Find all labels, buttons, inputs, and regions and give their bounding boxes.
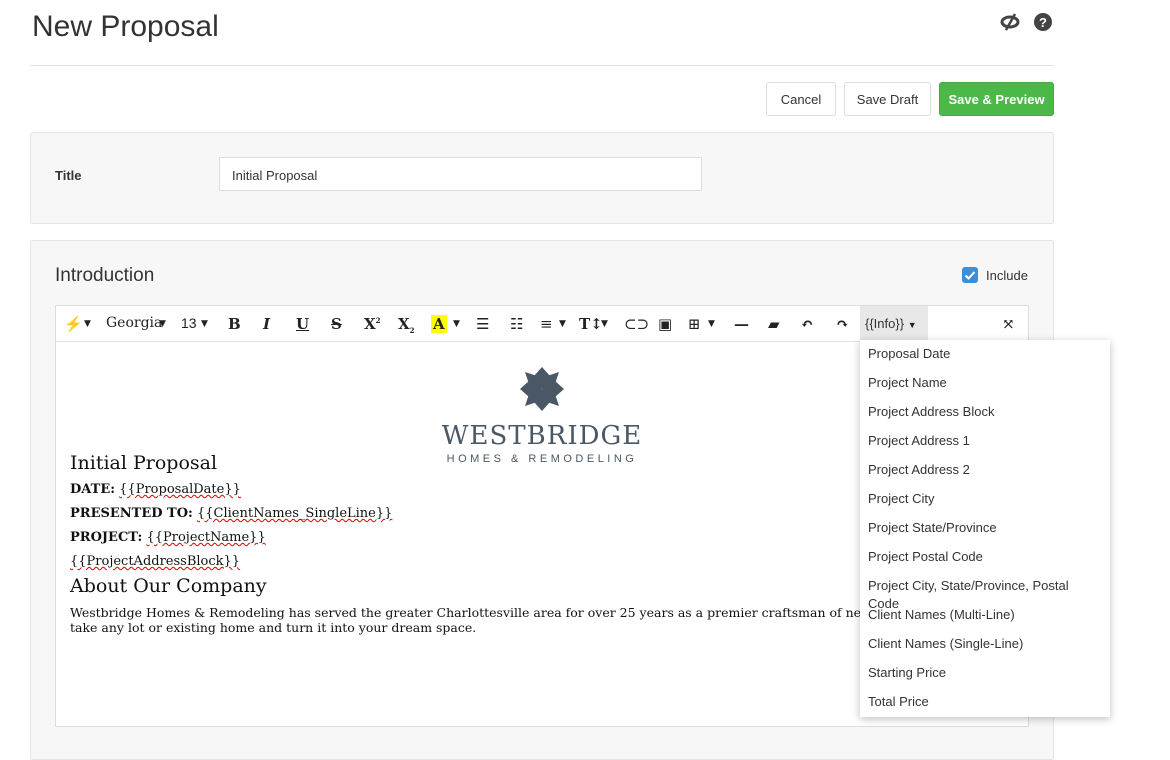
logo-flower-icon	[520, 367, 564, 411]
cancel-button[interactable]: Cancel	[766, 82, 836, 116]
placeholder: {{ProjectName}}	[146, 530, 266, 545]
bullet-list-icon[interactable]: ☰	[476, 315, 489, 333]
font-select[interactable]: Georgia	[106, 315, 162, 331]
info-dropdown-menu: Proposal Date Project Name Project Address…	[860, 340, 1110, 717]
info-menu-item[interactable]: Client Names (Single-Line)	[860, 635, 1110, 664]
placeholder: {{ProjectAddressBlock}}	[70, 554, 241, 569]
title-input[interactable]: Initial Proposal	[219, 157, 702, 191]
horizontal-rule-icon[interactable]: —	[734, 315, 749, 333]
placeholder: {{ClientNames_SingleLine}}	[197, 506, 393, 521]
info-menu-item[interactable]: Proposal Date	[860, 345, 1110, 374]
info-menu-item[interactable]: Project Address 1	[860, 432, 1110, 461]
info-menu-item[interactable]: Project Postal Code	[860, 548, 1110, 577]
info-menu-item[interactable]: Project Address Block	[860, 403, 1110, 432]
placeholder: {{ProposalDate}}	[119, 482, 241, 497]
superscript-icon[interactable]: X2	[364, 315, 381, 333]
info-menu-item[interactable]: Project Address 2	[860, 461, 1110, 490]
paragraph: take any lot or existing home and turn i…	[70, 620, 477, 635]
line-height-icon[interactable]: T↕	[579, 315, 603, 333]
numbered-list-icon[interactable]: ☷	[510, 315, 523, 333]
page-title: New Proposal	[32, 10, 219, 43]
undo-icon[interactable]: ↶	[801, 315, 814, 333]
underline-icon[interactable]: U	[296, 315, 309, 333]
italic-icon[interactable]: I	[263, 315, 270, 333]
title-label: Title	[55, 168, 82, 183]
text-color-icon[interactable]: A	[431, 315, 447, 333]
info-menu-item[interactable]: Total Price	[860, 693, 1110, 722]
doc-heading: About Our Company	[70, 575, 267, 597]
divider	[30, 65, 1054, 66]
info-menu-item[interactable]: Project City	[860, 490, 1110, 519]
info-menu-item[interactable]: Project State/Province	[860, 519, 1110, 548]
doc-title: Initial Proposal	[70, 452, 218, 474]
editor-toolbar: ⚡ ▼ Georgia ▼ 13 ▼ B I U S X2 X2 A ▼ ☰ ☷ ≡ ▼ …	[56, 306, 1028, 342]
info-menu-item[interactable]: Project City, State/Province, Postal Cod…	[860, 577, 1110, 611]
align-icon[interactable]: ≡	[540, 315, 553, 333]
info-dropdown-button[interactable]: {{Info}} ▼	[860, 306, 928, 341]
include-label: Include	[986, 268, 1028, 283]
title-card: Title Initial Proposal	[30, 132, 1054, 224]
eraser-icon[interactable]: ▰	[768, 315, 780, 333]
document-content[interactable]: Initial Proposal DATE: {{ProposalDate}} …	[70, 452, 962, 635]
info-menu-item[interactable]: Starting Price	[860, 664, 1110, 693]
subscript-icon[interactable]: X2	[398, 315, 415, 335]
help-icon[interactable]: ?	[1033, 12, 1053, 32]
bold-icon[interactable]: B	[228, 315, 241, 333]
fullscreen-icon[interactable]: ⤧	[1002, 315, 1015, 333]
info-menu-item[interactable]: Project Name	[860, 374, 1110, 403]
include-checkbox[interactable]	[962, 267, 978, 283]
paragraph: Westbridge Homes & Remodeling has served…	[70, 605, 962, 620]
font-size-select[interactable]: 13	[181, 315, 197, 331]
save-preview-button[interactable]: Save & Preview	[939, 82, 1054, 116]
table-icon[interactable]: ⊞	[688, 315, 701, 333]
section-heading: Introduction	[55, 265, 155, 286]
redo-icon[interactable]: ↷	[836, 315, 849, 333]
strikethrough-icon[interactable]: S	[331, 315, 342, 333]
link-icon[interactable]: ⊂⊃	[624, 315, 649, 333]
svg-text:?: ?	[1039, 15, 1047, 30]
info-menu-item[interactable]: Client Names (Multi-Line)	[860, 606, 1110, 635]
magic-wand-icon[interactable]: ⚡	[64, 315, 83, 333]
image-icon[interactable]: ▣	[658, 315, 672, 333]
save-draft-button[interactable]: Save Draft	[844, 82, 931, 116]
eye-slash-icon[interactable]	[1000, 12, 1020, 32]
